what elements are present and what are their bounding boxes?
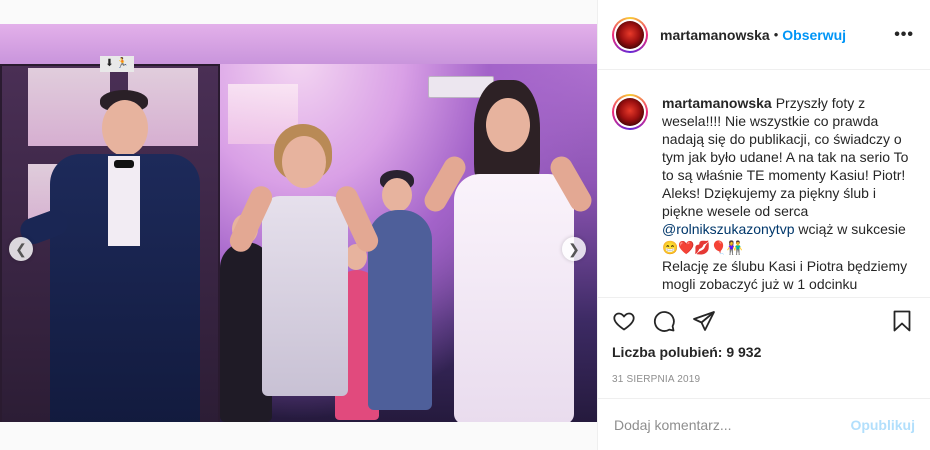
caption-username[interactable]: martamanowska — [662, 95, 772, 111]
caption-body: Relację ze ślubu Kasi i Piotra będziemy … — [662, 258, 908, 292]
caption-mention-link[interactable]: @rolnikszukazonytvp — [662, 221, 795, 237]
bookmark-icon[interactable] — [890, 309, 914, 333]
more-dots-icon[interactable]: ••• — [894, 26, 914, 44]
chevron-right-icon: ❯ — [568, 240, 580, 257]
next-photo-button[interactable]: ❯ — [562, 237, 586, 261]
comment-form: Opublikuj — [598, 398, 930, 450]
caption-body: wciąż w sukcesie — [798, 221, 906, 237]
photo-ceiling — [0, 24, 597, 64]
profile-photo — [616, 98, 644, 126]
comment-input[interactable] — [614, 416, 851, 433]
like-count[interactable]: Liczba polubień: 9 932 — [598, 344, 930, 366]
post-sidebar: martamanowska • Obserwuj ••• martamanows… — [597, 0, 930, 450]
post-header: martamanowska • Obserwuj ••• — [598, 0, 930, 70]
share-icon[interactable] — [692, 309, 716, 333]
post-photo[interactable]: ⬇ 🏃 ❮ ❯ — [0, 24, 597, 422]
previous-photo-button[interactable]: ❮ — [9, 237, 33, 261]
avatar[interactable] — [612, 16, 648, 53]
chevron-left-icon: ❮ — [15, 240, 27, 257]
post-actions — [598, 298, 930, 344]
caption-avatar[interactable] — [612, 94, 648, 130]
caption-body: Przyszły foty z wesela!!!! Nie wszystkie… — [662, 95, 909, 219]
separator-dot: • — [773, 27, 779, 42]
caption-emojis: 😁❤️💋🎈👫 — [662, 240, 743, 255]
caption-section: martamanowska Przyszły foty z wesela!!!! … — [598, 70, 930, 298]
exit-sign: ⬇ 🏃 — [100, 56, 134, 72]
heart-icon[interactable] — [612, 309, 636, 333]
caption-text: martamanowska Przyszły foty z wesela!!!! … — [662, 94, 914, 297]
profile-photo — [616, 20, 644, 49]
author-username[interactable]: martamanowska — [660, 27, 770, 43]
follow-button[interactable]: Obserwuj — [782, 27, 846, 43]
comment-icon[interactable] — [652, 309, 676, 333]
publish-button[interactable]: Opublikuj — [850, 417, 915, 433]
photo-window — [28, 68, 110, 146]
